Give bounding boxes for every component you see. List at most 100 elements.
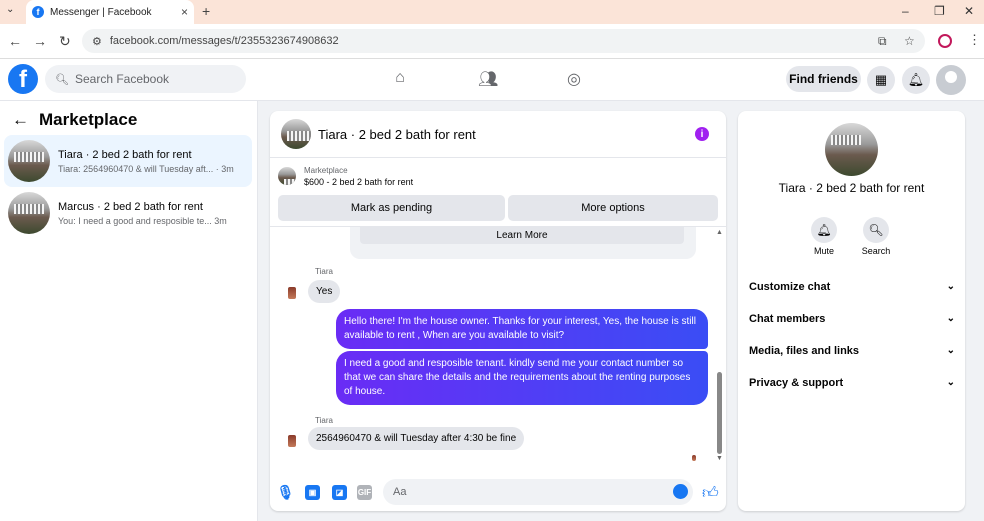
- sender-avatar: [288, 435, 296, 447]
- conversation-item[interactable]: Marcus · 2 bed 2 bath for rent You: I ne…: [4, 187, 252, 239]
- back-arrow-icon[interactable]: ←: [12, 110, 29, 130]
- listing-thumbnail: [8, 192, 50, 234]
- section-label: Customize chat: [749, 281, 831, 293]
- listing-title: $600 - 2 bed 2 bath for rent: [304, 176, 414, 187]
- sticker-icon[interactable]: ◪: [332, 485, 347, 500]
- search-label: Search: [861, 246, 891, 256]
- sender-name: Tiara: [315, 416, 333, 425]
- outgoing-message: Hello there! I'm the house owner. Thanks…: [336, 309, 708, 349]
- learn-more-button[interactable]: Learn More: [360, 227, 684, 244]
- forward-icon[interactable]: →: [33, 33, 47, 49]
- find-friends-button[interactable]: Find friends: [786, 66, 861, 92]
- chat-avatar[interactable]: [281, 119, 311, 149]
- section-label: Media, files and links: [749, 345, 860, 357]
- listing-thumbnail: [278, 167, 296, 185]
- sender-name: Tiara: [315, 267, 333, 276]
- url-bar[interactable]: ⚙ facebook.com/messages/t/23553236749086…: [82, 29, 925, 53]
- scrollbar-thumb[interactable]: [717, 372, 722, 454]
- message-input[interactable]: Aa: [383, 479, 693, 505]
- scroll-up-icon[interactable]: ▲: [716, 229, 723, 236]
- address-bar-row: ← → ↻ ⚙ facebook.com/messages/t/23553236…: [0, 24, 984, 59]
- chevron-down-icon: ⌄: [946, 345, 955, 356]
- emoji-icon[interactable]: [673, 484, 688, 499]
- gif-icon[interactable]: GIF: [357, 485, 372, 500]
- friends-icon[interactable]: 👥︎: [478, 69, 498, 89]
- contact-avatar[interactable]: [825, 123, 878, 176]
- tab-search-icon[interactable]: ⌄: [6, 4, 14, 15]
- minimize-icon[interactable]: –: [902, 4, 909, 18]
- home-icon[interactable]: ⌂: [390, 69, 410, 89]
- browser-menu-icon[interactable]: ⋮: [968, 32, 981, 48]
- back-icon[interactable]: ←: [8, 33, 22, 49]
- info-icon[interactable]: i: [695, 127, 709, 141]
- menu-grid-icon[interactable]: ▦: [867, 66, 895, 94]
- conversation-snippet: Tiara: 2564960470 & will Tuesday aft... …: [58, 163, 234, 174]
- url-text: facebook.com/messages/t/2355323674908632: [109, 35, 339, 47]
- facebook-favicon-icon: f: [32, 6, 44, 18]
- sender-avatar: [288, 287, 296, 299]
- conversation-item[interactable]: Tiara · 2 bed 2 bath for rent Tiara: 256…: [4, 135, 252, 187]
- message-placeholder: Aa: [393, 486, 407, 498]
- search-icon[interactable]: 🔍︎: [863, 217, 889, 243]
- account-avatar[interactable]: [936, 65, 966, 95]
- search-icon: 🔍︎: [55, 73, 69, 86]
- conversation-name: Tiara · 2 bed 2 bath for rent: [58, 148, 192, 161]
- more-options-button[interactable]: More options: [508, 195, 718, 221]
- privacy-support-row[interactable]: Privacy & support ⌄: [749, 377, 955, 389]
- search-placeholder: Search Facebook: [74, 72, 170, 86]
- message-thread: Learn More Tiara Yes Hello there! I'm th…: [270, 226, 726, 466]
- browser-tab-strip: ⌄ f Messenger | Facebook × + – ❐ ✕: [0, 0, 984, 24]
- new-tab-button[interactable]: +: [202, 3, 210, 19]
- photo-icon[interactable]: ▣: [305, 485, 320, 500]
- facebook-search-input[interactable]: 🔍︎ Search Facebook: [45, 65, 246, 93]
- section-label: Privacy & support: [749, 377, 844, 389]
- facebook-top-bar: f 🔍︎ Search Facebook ⌂ 👥︎ ◎ Find friends…: [0, 59, 984, 101]
- customize-chat-row[interactable]: Customize chat ⌄: [749, 281, 955, 293]
- mark-pending-button[interactable]: Mark as pending: [278, 195, 505, 221]
- marketplace-label: Marketplace: [304, 165, 348, 175]
- close-window-icon[interactable]: ✕: [964, 4, 974, 18]
- pane-title: Marketplace: [39, 110, 138, 129]
- conversation-list-pane: ← Marketplace Tiara · 2 bed 2 bath for r…: [0, 101, 258, 521]
- site-info-icon[interactable]: ⚙: [92, 35, 102, 48]
- media-files-links-row[interactable]: Media, files and links ⌄: [749, 345, 955, 357]
- install-app-icon[interactable]: ⧉: [878, 34, 887, 49]
- incoming-message: 2564960470 & will Tuesday after 4:30 be …: [308, 427, 525, 450]
- browser-tab[interactable]: f Messenger | Facebook ×: [26, 0, 194, 24]
- conversation-snippet: You: I need a good and resposible te... …: [58, 215, 227, 226]
- groups-icon[interactable]: ◎: [564, 69, 584, 89]
- chevron-down-icon: ⌄: [946, 313, 955, 324]
- chat-header: Tiara · 2 bed 2 bath for rent i: [270, 111, 726, 158]
- thumbs-up-icon[interactable]: 👍︎: [702, 484, 719, 503]
- listing-thumbnail: [8, 140, 50, 182]
- seen-receipt-avatar: [692, 455, 696, 461]
- chat-pane: Tiara · 2 bed 2 bath for rent i Marketpl…: [270, 111, 726, 511]
- bookmark-star-icon[interactable]: ☆: [904, 34, 915, 48]
- composer-bar: 🎙︎ ▣ ◪ GIF Aa 👍︎: [270, 476, 726, 511]
- chat-details-pane: Tiara · 2 bed 2 bath for rent 🔔︎ Mute 🔍︎…: [738, 111, 965, 511]
- incoming-message: Yes: [308, 280, 341, 303]
- facebook-logo-icon[interactable]: f: [8, 64, 38, 94]
- mute-label: Mute: [813, 246, 834, 256]
- conversation-name: Marcus · 2 bed 2 bath for rent: [58, 200, 203, 213]
- marketplace-listing-bar[interactable]: Marketplace $600 - 2 bed 2 bath for rent: [270, 159, 726, 193]
- listing-card: Learn More: [350, 227, 696, 259]
- microphone-icon[interactable]: 🎙︎: [277, 484, 295, 500]
- profile-icon[interactable]: [938, 34, 952, 48]
- maximize-icon[interactable]: ❐: [934, 4, 945, 18]
- notifications-bell-icon[interactable]: 🔔︎: [902, 66, 930, 94]
- chevron-down-icon: ⌄: [946, 377, 955, 388]
- close-tab-icon[interactable]: ×: [181, 5, 188, 19]
- scroll-down-icon[interactable]: ▼: [716, 455, 723, 462]
- tab-title: Messenger | Facebook: [50, 6, 152, 18]
- chevron-down-icon: ⌄: [946, 281, 955, 292]
- message-scrollbar[interactable]: ▲ ▼: [716, 229, 724, 465]
- mute-bell-icon[interactable]: 🔔︎: [811, 217, 837, 243]
- chat-members-row[interactable]: Chat members ⌄: [749, 313, 955, 325]
- section-label: Chat members: [749, 313, 826, 325]
- contact-name: Tiara · 2 bed 2 bath for rent: [778, 181, 925, 195]
- pane-header: ← Marketplace: [12, 110, 137, 130]
- reload-icon[interactable]: ↻: [59, 33, 71, 50]
- chat-title[interactable]: Tiara · 2 bed 2 bath for rent: [318, 127, 476, 142]
- outgoing-message: I need a good and resposible tenant. kin…: [336, 351, 708, 405]
